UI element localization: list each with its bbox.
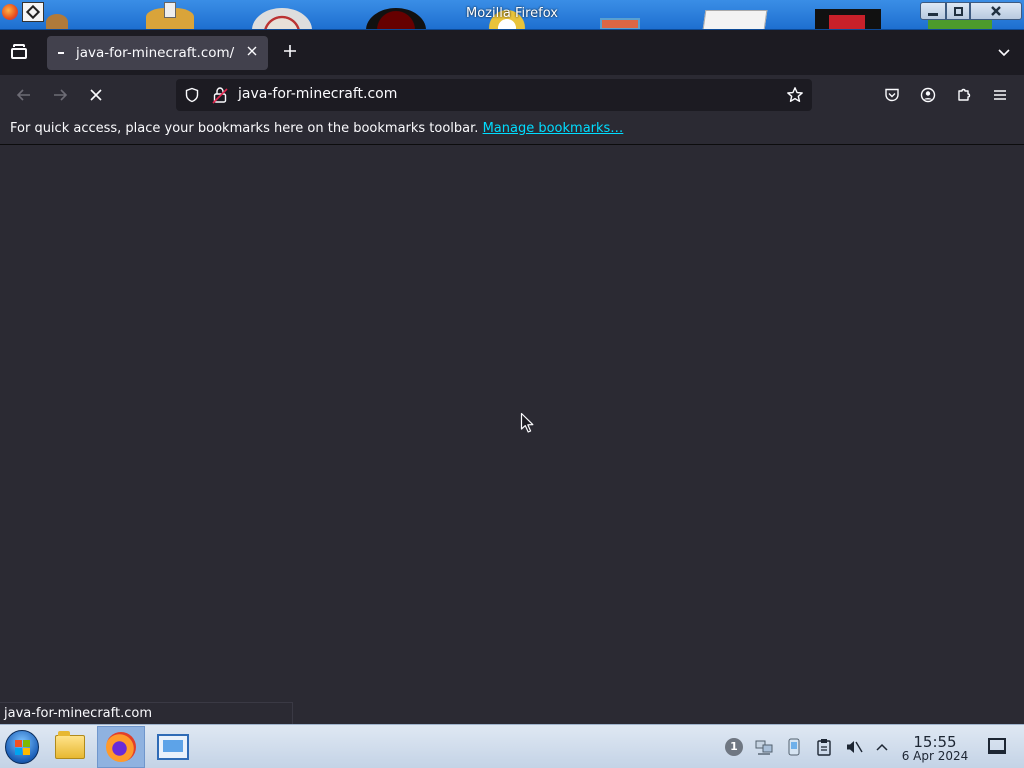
pocket-icon [885,88,899,102]
tray-expand[interactable] [872,737,892,757]
forward-arrow-icon [54,89,68,101]
taskbar-file-manager[interactable] [46,726,94,768]
status-panel: java-for-minecraft.com [0,702,293,724]
tray-clipboard[interactable] [814,737,834,757]
file-manager-icon [55,731,85,759]
windows-logo-icon [15,740,31,756]
maximize-icon [953,6,963,16]
minimize-button[interactable] [920,2,946,20]
back-button[interactable] [12,83,36,107]
address-bar[interactable]: java-for-minecraft.com [176,79,812,111]
taskbar-remote-desktop[interactable] [149,726,197,768]
status-text: java-for-minecraft.com [4,706,152,721]
manage-bookmarks-link[interactable]: Manage bookmarks… [483,121,624,136]
url-text[interactable]: java-for-minecraft.com [238,86,397,102]
start-menu-button[interactable] [5,730,39,764]
chevron-up-icon [876,743,888,751]
taskbar: 1 15:55 6 Apr 2024 [0,724,1024,768]
navigation-toolbar: java-for-minecraft.com [0,75,1024,115]
remote-desktop-icon [157,734,189,760]
tab-strip: java-for-minecraft.com/ [0,30,1024,75]
stop-loading-button[interactable] [84,83,108,107]
window-title: Mozilla Firefox [466,6,558,21]
hamburger-menu-icon [994,90,1006,100]
close-window-button[interactable] [970,2,1022,20]
notification-count-badge: 1 [725,738,743,756]
bookmarks-toolbar: For quick access, place your bookmarks h… [0,115,1024,145]
bookmarks-empty-message: For quick access, place your bookmarks h… [10,121,623,136]
bookmarks-hint-text: For quick access, place your bookmarks h… [10,121,479,136]
minimize-icon [928,12,938,16]
tray-notification-badge[interactable]: 1 [724,737,744,757]
account-button[interactable] [916,83,940,107]
taskbar-firefox[interactable] [97,726,145,768]
firefox-icon [106,732,136,762]
close-icon [991,6,1001,16]
insecure-lock-icon[interactable] [212,86,228,104]
clock-date[interactable]: 6 Apr 2024 [896,749,974,763]
list-all-tabs-chevron-down-icon[interactable] [996,44,1012,60]
tray-device[interactable] [784,737,804,757]
puzzle-piece-icon [958,88,971,101]
tab-close-icon[interactable] [244,44,260,60]
plus-icon [284,45,296,57]
volume-muted-icon [847,741,863,753]
page-content[interactable] [0,146,1024,724]
bookmark-star-icon[interactable] [786,86,804,104]
application-menu-button[interactable] [988,83,1012,107]
title-bar[interactable]: Mozilla Firefox [0,0,1024,30]
device-notifier-icon [788,738,800,756]
clipboard-icon [817,739,831,756]
mouse-cursor-icon [520,412,534,433]
extensions-button[interactable] [952,83,976,107]
account-icon [920,87,936,103]
tray-network[interactable] [754,737,774,757]
forward-button[interactable] [48,83,72,107]
show-desktop-icon[interactable] [988,738,1006,754]
maximize-button[interactable] [946,2,970,20]
stop-icon [90,89,102,101]
new-tab-button[interactable] [280,42,300,62]
save-to-pocket-button[interactable] [880,83,904,107]
tracking-protection-shield-icon[interactable] [184,87,200,103]
tab-java-for-minecraft[interactable]: java-for-minecraft.com/ [47,36,268,70]
firefox-view-icon[interactable] [10,44,28,60]
network-icon [755,740,773,755]
tab-title: java-for-minecraft.com/ [76,45,235,61]
tray-volume[interactable] [844,737,864,757]
back-arrow-icon [16,89,30,101]
loading-favicon-icon [58,52,64,54]
